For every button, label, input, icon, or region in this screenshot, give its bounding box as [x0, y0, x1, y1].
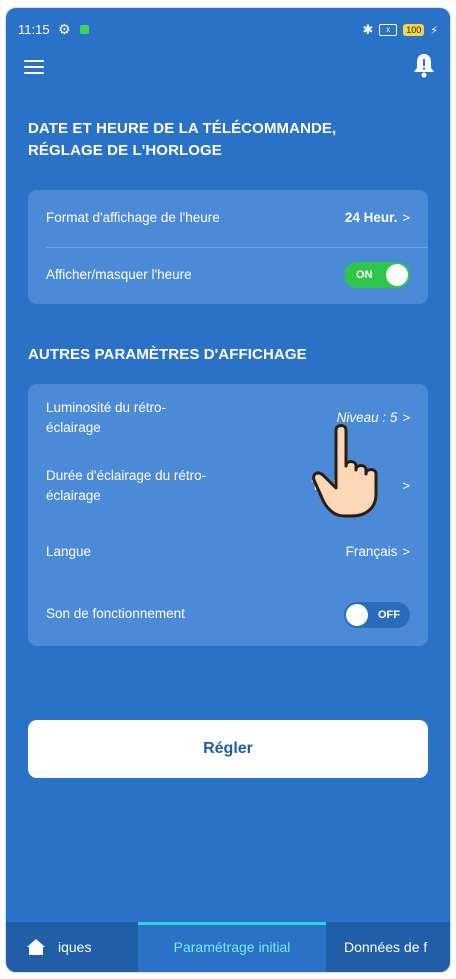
nav-tab-iques[interactable]: iques — [58, 922, 91, 972]
menu-icon[interactable] — [24, 58, 46, 76]
row-show-time: Afficher/masquer l'heure ON — [28, 247, 428, 304]
row-label: Langue — [46, 544, 92, 559]
section-title-line2: RÉGLAGE DE L'HORLOGE — [28, 142, 222, 159]
row-label: Format d'affichage de l'heure — [46, 210, 220, 225]
row-label: Luminosité du rétro- éclairage — [46, 400, 167, 435]
row-time-format[interactable]: Format d'affichage de l'heure 24 Heur. > — [28, 190, 428, 247]
regler-button[interactable]: Régler — [28, 720, 428, 778]
settings-status-icon: ⚙ — [58, 21, 71, 37]
row-value: 24 Heur. > — [344, 210, 410, 225]
battery-icon: 100 — [403, 24, 425, 36]
status-right: ✱ x 100 ⚡ — [362, 22, 438, 38]
section-title-display: AUTRES PARAMÈTRES D'AFFICHAGE — [28, 346, 307, 363]
chevron-right-icon: > — [402, 544, 410, 559]
toggle-label: OFF — [378, 609, 400, 621]
row-language[interactable]: Langue Français > — [28, 524, 428, 584]
chevron-right-icon: > — [402, 210, 410, 225]
section-title-clock: DATE ET HEURE DE LA TÉLÉCOMMANDE, RÉGLAG… — [28, 118, 336, 162]
bell-icon[interactable] — [412, 52, 436, 78]
toggle-knob — [386, 264, 408, 286]
clock-settings-card: Format d'affichage de l'heure 24 Heur. > … — [28, 190, 428, 304]
nav-tab-initial-setup[interactable]: Paramétrage initial — [138, 922, 326, 972]
chevron-right-icon: > — [402, 410, 410, 425]
bottom-nav: iques Paramétrage initial Données de f — [6, 922, 450, 972]
status-bar: 11:15 ⚙ ✱ x 100 ⚡ — [18, 21, 438, 40]
charging-icon: ⚡ — [430, 24, 438, 37]
sim-icon: x — [379, 24, 398, 36]
row-label: Durée d'éclairage du rétro- éclairage — [46, 468, 207, 503]
row-operation-sound: Son de fonctionnement OFF — [28, 584, 428, 646]
toggle-label: ON — [356, 269, 373, 281]
section-title-line1: DATE ET HEURE DE LA TÉLÉCOMMANDE, — [28, 120, 337, 137]
row-value: Toujours > — [311, 478, 410, 493]
row-value: Français > — [345, 544, 410, 559]
row-label: Afficher/masquer l'heure — [46, 267, 192, 282]
nav-tab-data[interactable]: Données de f — [344, 922, 427, 972]
row-backlight-brightness[interactable]: Luminosité du rétro- éclairage Niveau : … — [28, 384, 428, 452]
phone-screen: 11:15 ⚙ ✱ x 100 ⚡ DATE ET HEURE DE LA TÉ… — [6, 8, 450, 972]
show-time-toggle[interactable]: ON — [344, 262, 410, 288]
display-settings-card: Luminosité du rétro- éclairage Niveau : … — [28, 384, 428, 646]
operation-sound-toggle[interactable]: OFF — [344, 602, 410, 628]
toggle-knob — [346, 604, 368, 626]
row-value: Niveau : 5 > — [336, 410, 410, 425]
app-status-icon — [80, 25, 89, 34]
status-time: 11:15 — [18, 22, 50, 37]
row-backlight-duration[interactable]: Durée d'éclairage du rétro- éclairage To… — [28, 452, 428, 524]
row-label: Son de fonctionnement — [46, 606, 185, 621]
bluetooth-icon: ✱ — [362, 22, 374, 37]
chevron-right-icon: > — [402, 478, 410, 493]
home-icon[interactable] — [26, 937, 46, 957]
